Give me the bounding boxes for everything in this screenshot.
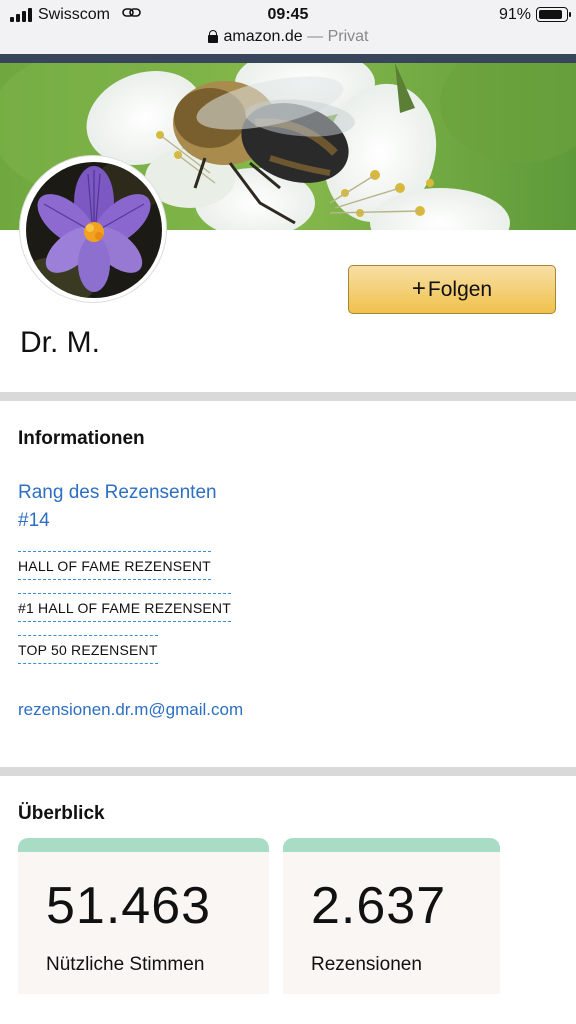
url-domain: amazon.de (223, 28, 303, 45)
badge-hall-of-fame[interactable]: HALL OF FAME REZENSENT (18, 551, 211, 580)
crocus-avatar-image (26, 162, 162, 298)
profile-avatar[interactable] (19, 155, 167, 303)
reviewer-rank-link[interactable]: Rang des Rezensenten (18, 482, 217, 504)
profile-name: Dr. M. (20, 326, 100, 359)
status-time: 09:45 (267, 6, 309, 23)
helpful-votes-value: 51.463 (46, 877, 212, 935)
status-bar: Swisscom 09:45 91% (0, 6, 576, 24)
card-accent-bar (18, 838, 269, 852)
follow-button-label: Folgen (427, 277, 493, 301)
section-divider (0, 767, 576, 776)
battery-fill (539, 10, 562, 19)
badge-top-50[interactable]: TOP 50 REZENSENT (18, 635, 158, 664)
header-strip (0, 54, 576, 63)
url-separator: — (302, 28, 328, 45)
helpful-votes-label: Nützliche Stimmen (46, 954, 205, 975)
overview-title: Überblick (18, 803, 105, 824)
badge-number-one-hall-of-fame[interactable]: #1 HALL OF FAME REZENSENT (18, 593, 231, 622)
lock-icon (207, 30, 218, 43)
card-accent-bar (283, 838, 500, 852)
stat-card-helpful-votes: 51.463 Nützliche Stimmen (18, 838, 269, 994)
reviews-label: Rezensionen (311, 954, 422, 975)
information-title: Informationen (18, 428, 145, 449)
section-divider (0, 392, 576, 401)
url-bar[interactable]: amazon.de — Privat (0, 28, 576, 46)
plus-icon: + (411, 274, 426, 302)
battery-percentage: 91% (498, 6, 531, 23)
contact-email-link[interactable]: rezensionen.dr.m@gmail.com (18, 700, 243, 720)
reviewer-rank-value[interactable]: #14 (18, 510, 50, 532)
stat-card-reviews: 2.637 Rezensionen (283, 838, 500, 994)
follow-button[interactable]: + Folgen (348, 265, 556, 314)
battery-icon (536, 7, 571, 22)
browser-chrome: Swisscom 09:45 91% amazon.de — Privat (0, 0, 576, 54)
reviews-value: 2.637 (311, 877, 447, 935)
browsing-mode: Privat (327, 28, 369, 45)
